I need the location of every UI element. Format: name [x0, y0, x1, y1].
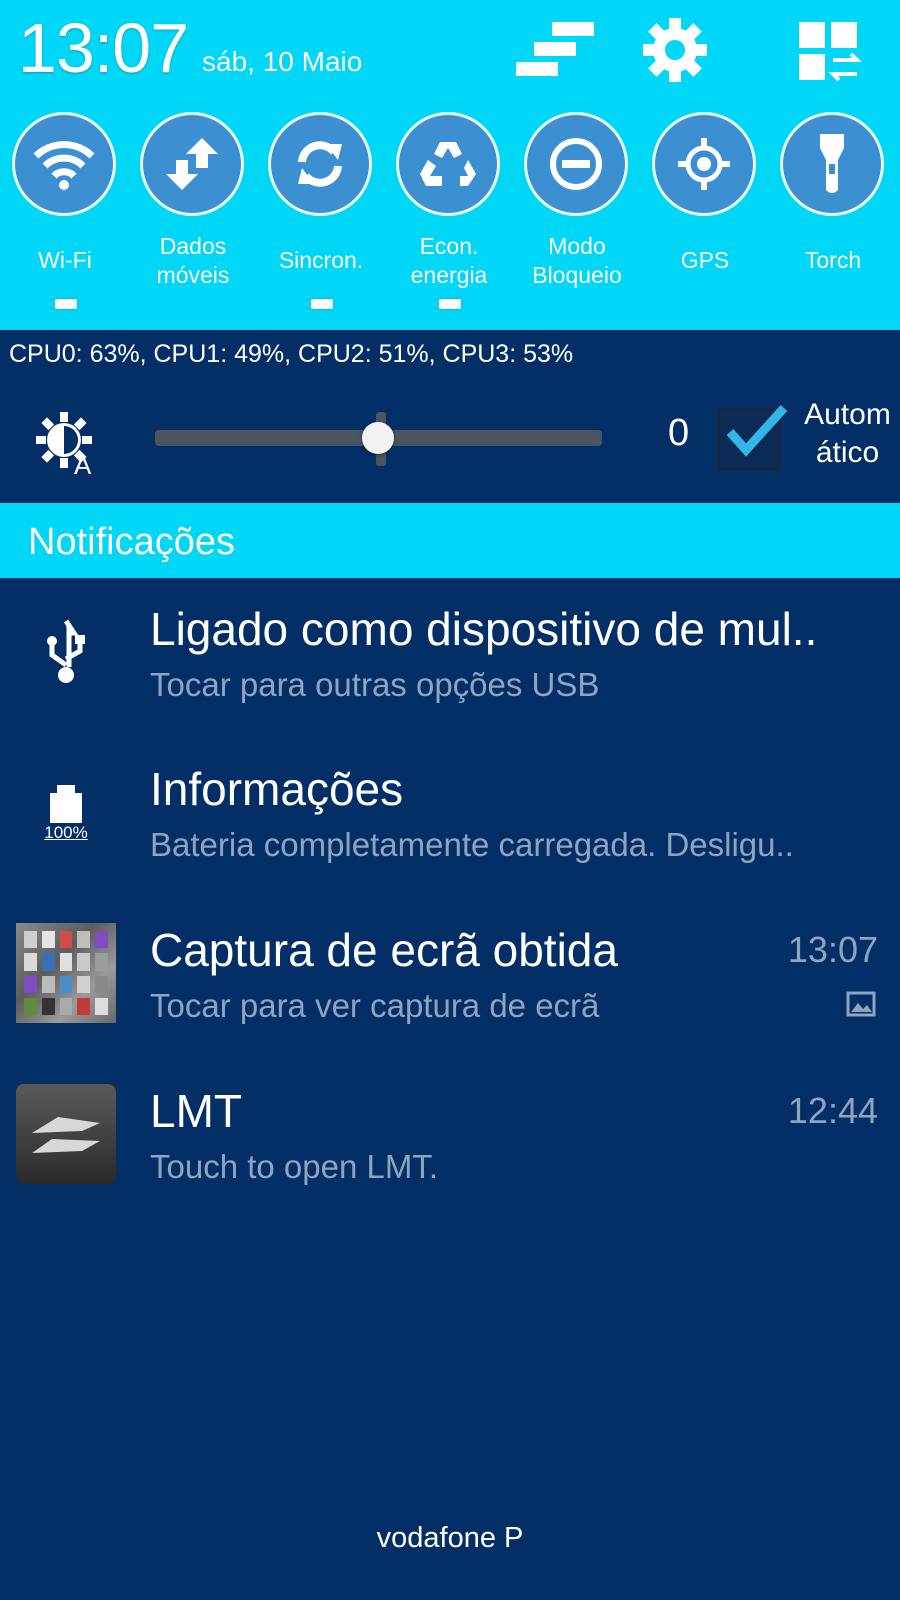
quick-settings-grid-icon[interactable]	[785, 10, 875, 90]
carrier-name: vodafone P	[376, 1522, 524, 1554]
notification-time: 12:44	[787, 1090, 878, 1131]
toggle-label: Dados móveis	[156, 233, 230, 288]
battery-percent-text: 100%	[44, 823, 88, 842]
quick-panel-header: 13:07 sáb, 10 Maio Wi-Fi Dados móveis Si…	[0, 0, 900, 330]
toggle-sync[interactable]: Sincron.	[258, 110, 384, 325]
wifi-icon	[12, 112, 116, 216]
mobile-data-icon	[140, 112, 244, 216]
toggle-power-saving[interactable]: Econ. energia	[386, 110, 512, 325]
notification-time: 13:07	[787, 929, 878, 970]
toggle-torch[interactable]: Torch	[770, 110, 896, 325]
notifications-header: Notificações	[0, 503, 900, 578]
power-saving-icon	[396, 112, 500, 216]
notification-usb[interactable]: Ligado como dispositivo de mul.. Tocar p…	[0, 582, 900, 742]
sync-icon	[268, 112, 372, 216]
brightness-row: A 0 Autom ático	[0, 390, 900, 500]
notification-title: Captura de ecrã obtida	[150, 924, 618, 976]
toggle-label: Modo Bloqueio	[532, 233, 622, 288]
notification-screenshot[interactable]: Captura de ecrã obtida Tocar para ver ca…	[0, 903, 900, 1063]
edit-order-icon[interactable]	[510, 10, 600, 90]
gps-icon	[652, 112, 756, 216]
toggle-label: Wi-Fi	[38, 247, 92, 273]
notification-battery-info[interactable]: 100% Informações Bateria completamente c…	[0, 742, 900, 902]
notification-title: Informações	[150, 763, 404, 815]
notification-title: Ligado como dispositivo de mul..	[150, 603, 818, 655]
torch-icon	[780, 112, 884, 216]
auto-brightness-checkbox[interactable]	[718, 404, 788, 470]
battery-icon: 100%	[16, 762, 116, 862]
toggle-label: Torch	[804, 247, 862, 273]
brightness-value: 0	[668, 412, 690, 454]
image-icon	[846, 991, 876, 1017]
toggle-label: Econ. energia	[410, 233, 488, 288]
notification-text: Touch to open LMT.	[150, 1148, 439, 1185]
toggle-on-indicator	[311, 299, 333, 309]
toggle-blocking-mode[interactable]: Modo Bloqueio	[514, 110, 640, 325]
blocking-mode-icon	[524, 112, 628, 216]
quick-toggles: Wi-Fi Dados móveis Sincron. Econ. energi…	[0, 110, 900, 330]
clock: 13:07	[18, 9, 189, 87]
notification-text: Tocar para outras opções USB	[150, 666, 600, 703]
screenshot-thumbnail	[16, 923, 116, 1023]
notification-text: Tocar para ver captura de ecrã	[150, 987, 600, 1024]
toggle-mobile-data[interactable]: Dados móveis	[130, 110, 256, 325]
cpu-usage-text: CPU0: 63%, CPU1: 49%, CPU2: 51%, CPU3: 5…	[9, 340, 574, 368]
date: sáb, 10 Maio	[202, 46, 363, 77]
toggle-label: GPS	[680, 247, 730, 273]
toggle-wifi[interactable]: Wi-Fi	[2, 110, 128, 325]
toggle-on-indicator	[55, 299, 77, 309]
settings-icon[interactable]	[630, 10, 720, 90]
notification-text: Bateria completamente carregada. Desligu…	[150, 826, 794, 863]
auto-brightness-label[interactable]: Autom ático	[795, 396, 900, 472]
toggle-gps[interactable]: GPS	[642, 110, 768, 325]
notifications-title: Notificações	[28, 521, 235, 563]
toggle-label: Sincron.	[278, 247, 364, 273]
notification-title: LMT	[150, 1085, 242, 1137]
auto-brightness-icon: A	[36, 410, 102, 480]
toggle-on-indicator	[439, 299, 461, 309]
lmt-app-icon	[16, 1084, 116, 1184]
usb-icon	[16, 602, 116, 702]
notification-lmt[interactable]: LMT Touch to open LMT. 12:44	[0, 1064, 900, 1224]
brightness-slider-thumb[interactable]	[362, 422, 394, 454]
svg-text:A: A	[74, 450, 92, 476]
